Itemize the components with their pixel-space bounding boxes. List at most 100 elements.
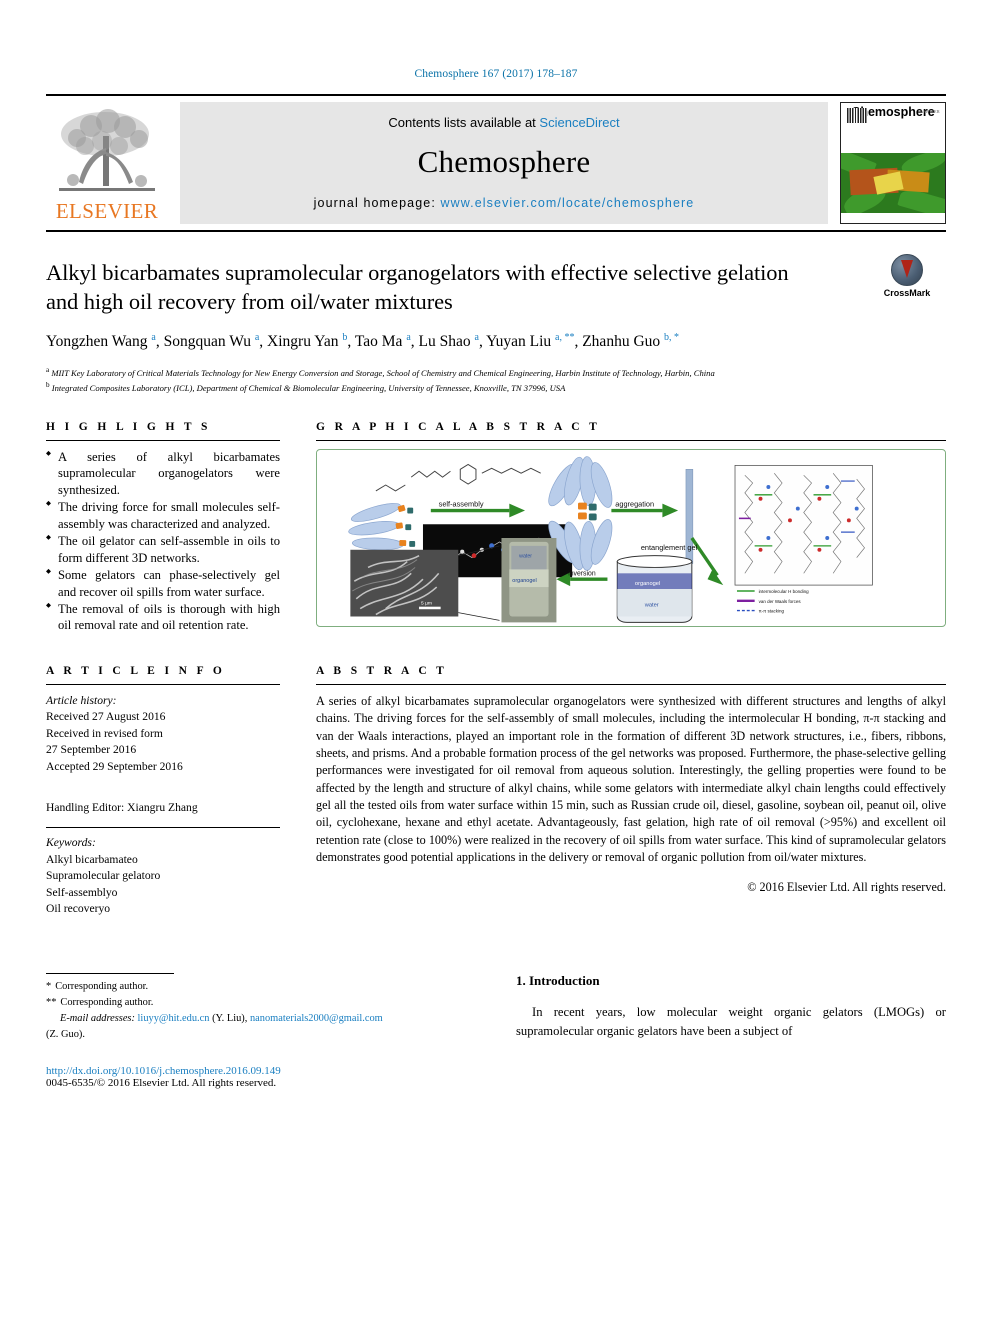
svg-text:entanglement gel: entanglement gel bbox=[641, 542, 698, 551]
affiliation-mark: b bbox=[46, 380, 50, 389]
sem-image: 5 µm bbox=[350, 549, 459, 617]
issn-copyright: 0045-6535/© 2016 Elsevier Ltd. All right… bbox=[46, 1076, 277, 1089]
author-item[interactable]: Lu Shao a bbox=[418, 331, 479, 350]
abstract-section: A B S T R A C T A series of alkyl bicarb… bbox=[316, 665, 946, 918]
author-item[interactable]: Xingru Yan b bbox=[267, 331, 348, 350]
author-name: Yongzhen Wang bbox=[46, 332, 148, 350]
journal-masthead: ELSEVIER Contents lists available at Sci… bbox=[46, 94, 946, 232]
doi-link[interactable]: http://dx.doi.org/10.1016/j.chemosphere.… bbox=[46, 1065, 480, 1077]
article-first-page: Chemosphere 167 (2017) 178–187 ELSEVIER … bbox=[0, 0, 992, 1323]
author-affil-mark: a, ** bbox=[555, 331, 575, 343]
svg-text:water: water bbox=[644, 602, 659, 608]
author-item[interactable]: Zhanhu Guo b, * bbox=[582, 331, 680, 350]
author-list: Yongzhen Wang a, Songquan Wu a, Xingru Y… bbox=[46, 331, 680, 350]
author-item[interactable]: Yongzhen Wang a bbox=[46, 331, 156, 350]
footnote-single-star: * Corresponding author. bbox=[46, 979, 480, 995]
abstract-rule bbox=[316, 683, 946, 685]
article-history: Article history: Received 27 August 2016… bbox=[46, 693, 280, 775]
keyword-item: Oil recoveryo bbox=[46, 902, 111, 916]
highlights-list: A series of alkyl bicarbamates supramole… bbox=[46, 449, 280, 634]
contents-line: Contents lists available at ScienceDirec… bbox=[388, 115, 619, 130]
history-item: Accepted 29 September 2016 bbox=[46, 759, 183, 773]
author-name: Lu Shao bbox=[418, 332, 471, 350]
affiliation-mark: a bbox=[46, 366, 50, 375]
masthead-center: Contents lists available at ScienceDirec… bbox=[180, 102, 828, 224]
article-info-rule bbox=[46, 683, 280, 685]
graphical-abstract-rule bbox=[316, 439, 946, 441]
email-line: E-mail addresses: liuyy@hit.edu.cn (Y. L… bbox=[46, 1011, 480, 1027]
crossmark-icon bbox=[891, 254, 923, 286]
author-item[interactable]: Tao Ma a bbox=[355, 331, 411, 350]
keywords-block: Keywords: Alkyl bicarbamateo Supramolecu… bbox=[46, 835, 280, 917]
svg-text:organogel: organogel bbox=[635, 581, 660, 587]
author-affil-mark: b, * bbox=[664, 331, 680, 343]
author-affil-mark: a bbox=[406, 331, 411, 343]
affiliation-item: b Integrated Composites Laboratory (ICL)… bbox=[46, 380, 946, 395]
footnote-text: Corresponding author. bbox=[55, 981, 149, 993]
asterisk-icon: * bbox=[46, 981, 52, 993]
running-head: Chemosphere 167 (2017) 178–187 bbox=[414, 68, 578, 80]
author-affil-mark: a bbox=[151, 331, 156, 343]
corresponding-author-notes: * Corresponding author. ** Corresponding a… bbox=[46, 979, 480, 1042]
homepage-url-link[interactable]: www.elsevier.com/locate/chemosphere bbox=[440, 196, 694, 210]
email-link-1[interactable]: liuyy@hit.edu.cn bbox=[138, 1013, 210, 1024]
author-affil-mark: b bbox=[342, 331, 348, 343]
svg-text:organogel: organogel bbox=[512, 578, 536, 584]
cover-bottom bbox=[841, 213, 945, 223]
graphical-abstract-figure: self-assembly aggregation entanglement g… bbox=[316, 448, 946, 627]
affiliation-item: a MIIT Key Laboratory of Critical Materi… bbox=[46, 365, 946, 380]
author-name: Zhanhu Guo bbox=[582, 332, 661, 350]
masthead-bottom-rule bbox=[46, 230, 946, 232]
keywords-label: Keywords: bbox=[46, 836, 96, 850]
journal-title: Chemosphere bbox=[417, 144, 591, 179]
sciencedirect-link[interactable]: ScienceDirect bbox=[539, 115, 619, 130]
contents-prefix: Contents lists available at bbox=[388, 115, 536, 130]
author-name: Songquan Wu bbox=[163, 332, 251, 350]
svg-text:intermolecular H bonding: intermolecular H bonding bbox=[759, 589, 810, 594]
affiliation-text: MIIT Key Laboratory of Critical Material… bbox=[51, 367, 715, 378]
author-affil-mark: a bbox=[474, 331, 479, 343]
svg-text:inversion: inversion bbox=[568, 570, 596, 577]
footnote-double-star: ** Corresponding author. bbox=[46, 995, 480, 1011]
highlights-heading: H I G H L I G H T S bbox=[46, 420, 211, 433]
page-footer-row: * Corresponding author. ** Corresponding a… bbox=[46, 973, 946, 1089]
introduction-heading: 1. Introduction bbox=[516, 973, 600, 989]
author-item[interactable]: Yuyan Liu a, ** bbox=[486, 331, 575, 350]
footnote-rule bbox=[46, 973, 174, 975]
svg-text:5 µm: 5 µm bbox=[421, 600, 432, 606]
cover-publisher-text: ELSEVIER bbox=[917, 109, 940, 114]
history-item: Received 27 August 2016 bbox=[46, 710, 166, 724]
crossmark-badge[interactable]: CrossMark bbox=[868, 254, 946, 298]
author-item[interactable]: Songquan Wu a bbox=[163, 331, 260, 350]
list-item: Some gelators can phase-selectively gel … bbox=[46, 567, 280, 600]
author-name: Xingru Yan bbox=[267, 332, 339, 350]
double-asterisk-icon: ** bbox=[46, 997, 57, 1009]
svg-text:self-assembly: self-assembly bbox=[439, 499, 484, 508]
journal-cover-thumbnail: ELSEVIER Chemosphere bbox=[840, 102, 946, 224]
svg-text:π-π stacking: π-π stacking bbox=[759, 608, 785, 613]
elsevier-logo: ELSEVIER bbox=[46, 102, 168, 224]
keyword-item: Alkyl bicarbamateo bbox=[46, 852, 138, 866]
svg-text:van der Waals forces: van der Waals forces bbox=[759, 598, 802, 603]
abstract-text: A series of alkyl bicarbamates supramole… bbox=[316, 693, 946, 864]
history-item: Received in revised form bbox=[46, 726, 163, 740]
highlights-graphical-row: H I G H L I G H T S A series of alkyl bi… bbox=[46, 421, 946, 635]
author-affil-mark: a bbox=[254, 331, 260, 343]
footnote-text: Corresponding author. bbox=[60, 997, 154, 1009]
email-label: E-mail addresses: bbox=[60, 1013, 135, 1025]
list-item: The removal of oils is thorough with hig… bbox=[46, 601, 280, 634]
page-title: Alkyl bicarbamates supramolecular organo… bbox=[46, 260, 789, 315]
history-label: Article history: bbox=[46, 693, 117, 707]
svg-text:aggregation: aggregation bbox=[615, 499, 654, 508]
email-owner-2: (Z. Guo). bbox=[46, 1028, 85, 1040]
abstract-heading: A B S T R A C T bbox=[316, 664, 448, 677]
affiliation-list: a MIIT Key Laboratory of Critical Materi… bbox=[46, 365, 946, 395]
beaker-diagram: organogel water bbox=[616, 554, 693, 623]
article-header: CrossMark Alkyl bicarbamates supramolecu… bbox=[46, 254, 946, 395]
introduction-section: 1. Introduction In recent years, low mol… bbox=[516, 973, 946, 1088]
email-link-2[interactable]: nanomaterials2000@gmail.com bbox=[250, 1013, 383, 1024]
affiliation-text: Integrated Composites Laboratory (ICL), … bbox=[51, 382, 566, 393]
article-info-section: A R T I C L E I N F O Article history: R… bbox=[46, 665, 280, 918]
inverted-vial-photo: water organogel bbox=[501, 537, 557, 623]
crystal-packing-panel bbox=[734, 464, 873, 586]
